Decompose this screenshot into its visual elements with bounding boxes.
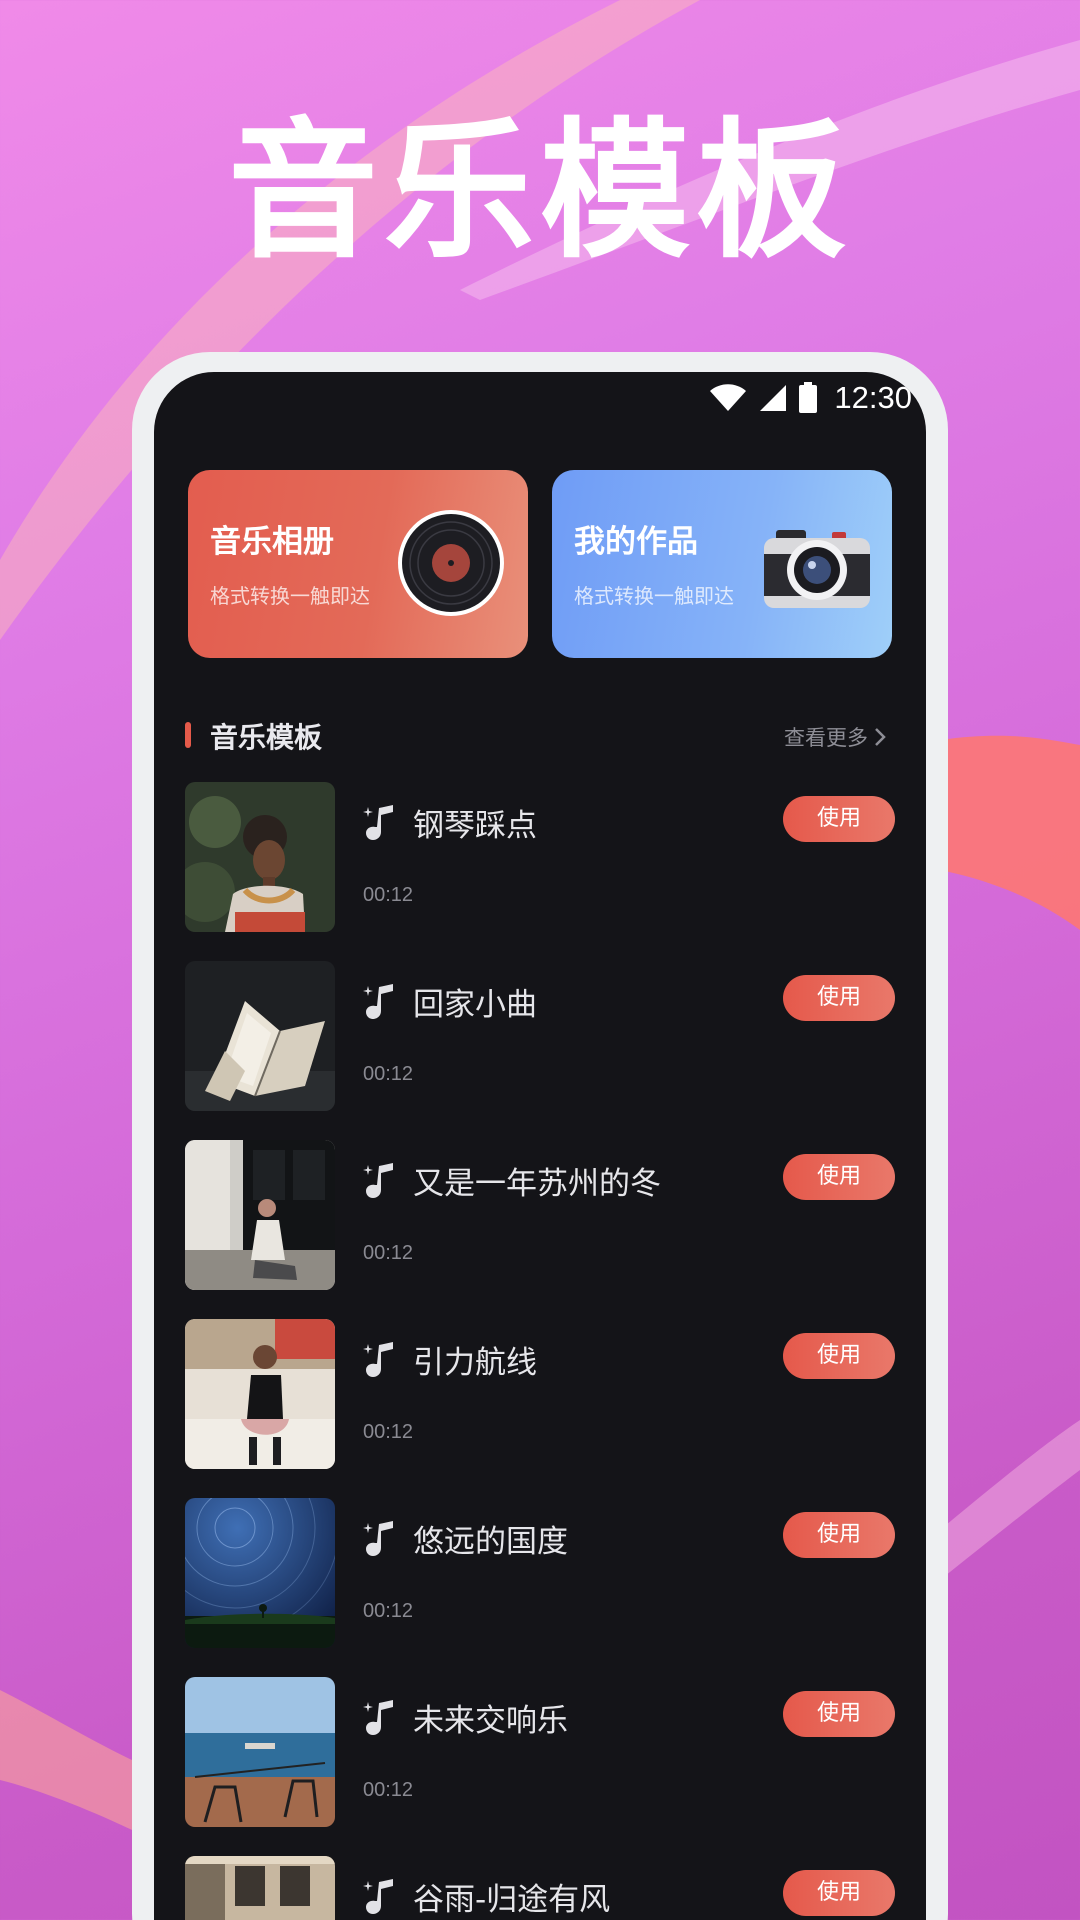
template-name: 引力航线 bbox=[413, 1345, 537, 1381]
camera-icon bbox=[764, 530, 870, 608]
template-name: 悠远的国度 bbox=[413, 1524, 568, 1560]
music-note-icon bbox=[363, 1163, 393, 1198]
card-title: 我的作品 bbox=[574, 524, 698, 560]
list-item[interactable]: 谷雨-归途有风 使用 bbox=[185, 1856, 895, 1920]
thumbnail-image bbox=[185, 782, 335, 932]
music-note-icon bbox=[363, 1521, 393, 1556]
template-name: 谷雨-归途有风 bbox=[413, 1882, 611, 1918]
status-time: 12:30 bbox=[834, 380, 912, 415]
use-button[interactable]: 使用 bbox=[783, 796, 895, 842]
template-duration: 00:12 bbox=[363, 1779, 414, 1801]
phone-screen: 12:30 音乐相册 格式转换一触即达 我的作品 格式转换一触即达 音乐模板 查… bbox=[154, 372, 926, 1920]
use-button[interactable]: 使用 bbox=[783, 1870, 895, 1916]
card-title: 音乐相册 bbox=[210, 524, 334, 560]
battery-icon bbox=[799, 382, 818, 413]
template-duration: 00:12 bbox=[363, 1063, 414, 1085]
music-note-icon bbox=[363, 805, 393, 840]
template-duration: 00:12 bbox=[363, 1242, 414, 1264]
template-duration: 00:12 bbox=[363, 1421, 414, 1443]
use-button[interactable]: 使用 bbox=[783, 1154, 895, 1200]
music-note-icon bbox=[363, 1700, 393, 1735]
card-subtitle: 格式转换一触即达 bbox=[574, 584, 734, 608]
thumbnail-image bbox=[185, 1140, 335, 1290]
signal-icon bbox=[760, 385, 787, 411]
see-more-link[interactable]: 查看更多 bbox=[784, 722, 886, 752]
thumbnail-image bbox=[185, 1498, 335, 1648]
thumbnail-image bbox=[185, 1319, 335, 1469]
template-duration: 00:12 bbox=[363, 884, 414, 906]
thumbnail-image bbox=[185, 1856, 335, 1920]
wifi-icon bbox=[710, 384, 747, 411]
template-duration: 00:12 bbox=[363, 1600, 414, 1622]
section-title: 音乐模板 bbox=[210, 721, 323, 754]
list-item[interactable]: 引力航线 00:12 使用 bbox=[185, 1319, 895, 1469]
template-name: 回家小曲 bbox=[413, 987, 537, 1023]
template-name: 又是一年苏州的冬 bbox=[413, 1166, 661, 1202]
music-note-icon bbox=[363, 1879, 393, 1914]
music-note-icon bbox=[363, 1342, 393, 1377]
vinyl-record-icon bbox=[398, 510, 504, 616]
music-album-card[interactable]: 音乐相册 格式转换一触即达 bbox=[188, 470, 528, 658]
feature-cards: 音乐相册 格式转换一触即达 我的作品 格式转换一触即达 bbox=[188, 470, 892, 658]
list-item[interactable]: 悠远的国度 00:12 使用 bbox=[185, 1498, 895, 1648]
use-button[interactable]: 使用 bbox=[783, 1333, 895, 1379]
list-item[interactable]: 回家小曲 00:12 使用 bbox=[185, 961, 895, 1111]
use-button[interactable]: 使用 bbox=[783, 975, 895, 1021]
template-name: 未来交响乐 bbox=[413, 1703, 568, 1739]
list-item[interactable]: 未来交响乐 00:12 使用 bbox=[185, 1677, 895, 1827]
section-header: 音乐模板 查看更多 bbox=[154, 712, 926, 756]
template-name: 钢琴踩点 bbox=[413, 808, 537, 844]
chevron-right-icon bbox=[875, 728, 886, 746]
list-item[interactable]: 又是一年苏州的冬 00:12 使用 bbox=[185, 1140, 895, 1290]
list-item[interactable]: 钢琴踩点 00:12 使用 bbox=[185, 782, 895, 932]
section-accent-bar bbox=[185, 722, 191, 748]
use-button[interactable]: 使用 bbox=[783, 1512, 895, 1558]
music-note-icon bbox=[363, 984, 393, 1019]
card-subtitle: 格式转换一触即达 bbox=[210, 584, 370, 608]
thumbnail-image bbox=[185, 1677, 335, 1827]
my-works-card[interactable]: 我的作品 格式转换一触即达 bbox=[552, 470, 892, 658]
status-bar: 12:30 bbox=[154, 372, 926, 428]
thumbnail-image bbox=[185, 961, 335, 1111]
use-button[interactable]: 使用 bbox=[783, 1691, 895, 1737]
page-headline: 音乐模板 bbox=[227, 105, 852, 279]
see-more-label: 查看更多 bbox=[784, 726, 868, 750]
